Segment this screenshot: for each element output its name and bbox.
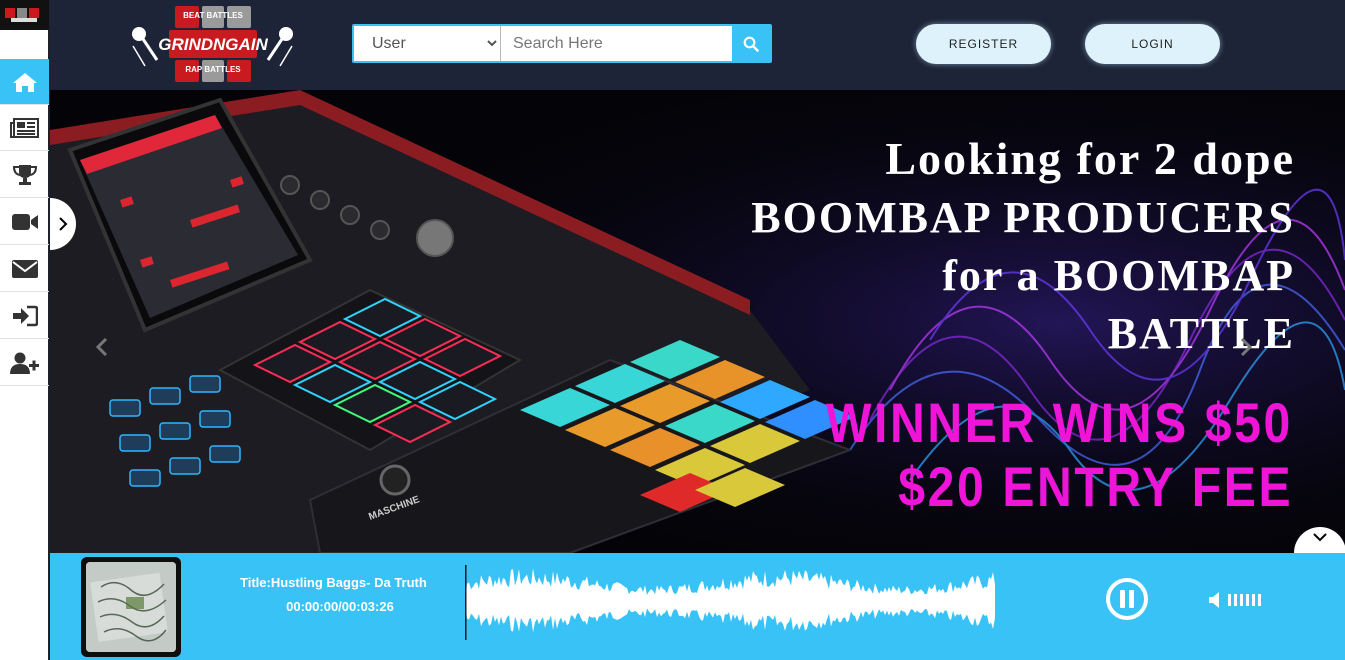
home-icon (12, 72, 37, 92)
audio-player: Title:Hustling Baggs- Da Truth 00:00:00/… (50, 553, 1345, 660)
sidebar-item-messages[interactable] (0, 246, 49, 292)
search-button[interactable] (732, 26, 770, 61)
envelope-icon (11, 259, 38, 278)
logo-bottom-text: RAP BATTLES (185, 65, 241, 74)
hero-headline-line3: for a BOOMBAP (942, 251, 1295, 300)
trophy-icon (12, 164, 37, 185)
album-art (81, 557, 181, 657)
video-camera-icon (11, 213, 38, 230)
chevron-down-icon (1313, 533, 1327, 542)
site-logo[interactable]: BEAT BATTLES GRINDNGAIN RAP BATTLES (125, 4, 300, 86)
search-icon (743, 36, 759, 52)
user-plus-icon (9, 352, 39, 374)
pause-icon (1106, 578, 1148, 620)
volume-level[interactable] (1228, 594, 1261, 606)
hero-prize-text: WINNER WINS $50 (826, 391, 1293, 454)
sidebar-item-add-user[interactable] (0, 340, 49, 386)
register-button[interactable]: REGISTER (916, 24, 1051, 64)
newspaper-icon (9, 117, 39, 138)
chevron-right-icon (59, 217, 68, 231)
waveform-seekbar[interactable] (465, 565, 998, 640)
logo-top-text: BEAT BATTLES (183, 11, 243, 20)
search-type-select[interactable]: User (354, 26, 501, 61)
sidebar-item-news[interactable] (0, 105, 49, 151)
carousel-next-button[interactable] (1236, 335, 1256, 359)
chevron-left-icon (96, 338, 108, 356)
sidebar (0, 0, 49, 660)
hero-headline-line2: BOOMBAP PRODUCERS (751, 193, 1295, 242)
search-input[interactable] (501, 26, 732, 61)
chevron-right-icon (1240, 338, 1252, 356)
sign-in-icon (12, 305, 38, 326)
microphone-icon (132, 27, 159, 67)
login-button[interactable]: LOGIN (1085, 24, 1220, 64)
playhead[interactable] (465, 565, 467, 640)
sidebar-item-videos[interactable] (0, 199, 49, 245)
hero-fee-text: $20 ENTRY FEE (898, 455, 1293, 518)
waveform-shape (465, 568, 995, 633)
header: BEAT BATTLES GRINDNGAIN RAP BATTLES User… (50, 0, 1345, 90)
pause-button[interactable] (1105, 577, 1149, 621)
hero-headline-line1: Looking for 2 dope (885, 133, 1295, 184)
sidebar-item-battles[interactable] (0, 152, 49, 198)
track-time: 00:00:00/00:03:26 (286, 599, 394, 614)
hero-banner: MASCHINE Looking for 2 dope BOOMBAP PROD… (50, 90, 1345, 553)
hero-headline-line4: BATTLE (1107, 309, 1295, 358)
sidebar-item-sign-in[interactable] (0, 293, 49, 339)
logo-main-text: GRINDNGAIN (158, 35, 268, 54)
search-bar: User (352, 24, 772, 63)
sidebar-logo[interactable] (0, 0, 49, 30)
microphone-icon (266, 27, 293, 67)
volume-control[interactable] (1208, 589, 1268, 611)
volume-icon (1209, 592, 1219, 608)
sidebar-item-home[interactable] (0, 59, 49, 105)
track-title: Title:Hustling Baggs- Da Truth (240, 575, 427, 590)
carousel-prev-button[interactable] (92, 335, 112, 359)
